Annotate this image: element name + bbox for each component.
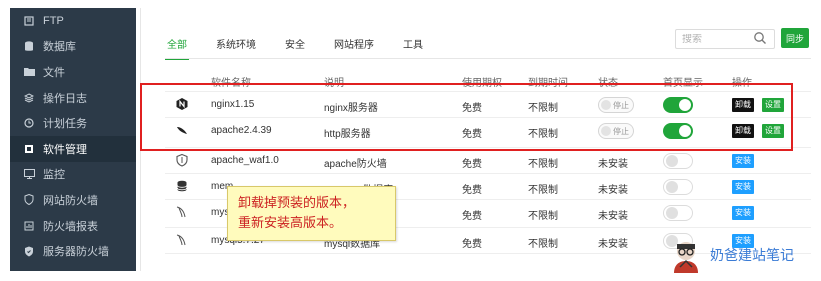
install-button[interactable]: 安装 [732,180,754,194]
sidebar-item-firewall-report[interactable]: 防火墙报表 [10,213,136,239]
homepage-display-switch[interactable] [663,179,693,195]
shield-icon [176,153,188,167]
watermark-text: 奶爸建站笔记 [710,247,794,263]
note-line-1: 卸载掉预装的版本， [238,195,356,210]
sidebar-item-monitor[interactable]: 监控 [10,162,136,188]
sidebar-item-ftp[interactable]: FTP [10,8,136,34]
tab-tools[interactable]: 工具 [401,32,425,60]
install-status: 未安装 [598,185,628,196]
sidebar-item-label: 软件管理 [43,143,87,156]
tab-security[interactable]: 安全 [283,32,307,60]
tab-system-env[interactable]: 系统环境 [214,32,258,60]
database-icon [22,41,36,52]
sidebar-item-files[interactable]: 文件 [10,59,136,85]
note-line-2: 重新安装高版本。 [238,215,343,230]
install-button[interactable]: 安装 [732,206,754,220]
software-price: 免费 [462,185,482,196]
shield-icon [22,194,36,206]
switch-knob [666,181,678,193]
search-icon[interactable] [753,31,767,45]
switch-knob [666,155,678,167]
software-price: 免费 [462,239,482,250]
category-tabs: 全部 系统环境 安全 网站程序 工具 [165,32,450,60]
annotation-note: 卸载掉预装的版本， 重新安装高版本。 [227,186,396,241]
sidebar: FTP 数据库 文件 操作日志 计划任务 软件管理 监控 网站防火墙 防火墙报表… [10,8,136,271]
install-status: 未安装 [598,239,628,250]
sidebar-item-label: 文件 [43,66,65,79]
tab-all[interactable]: 全部 [165,32,189,60]
sidebar-item-label: 计划任务 [43,118,87,131]
software-price: 免费 [462,159,482,170]
tab-website-programs[interactable]: 网站程序 [332,32,376,60]
sidebar-item-logs[interactable]: 操作日志 [10,85,136,111]
sidebar-item-label: FTP [43,14,64,27]
sidebar-item-server-firewall[interactable]: 服务器防火墙 [10,238,136,264]
install-status: 未安装 [598,159,628,170]
homepage-display-switch[interactable] [663,153,693,169]
sidebar-item-label: 监控 [43,169,65,182]
tab-divider [165,58,811,59]
mysql-dolphin-icon [176,234,186,246]
folder-icon [22,67,36,77]
software-icon [22,144,36,154]
report-icon [22,221,36,231]
clock-icon [22,118,36,128]
log-icon [22,93,36,103]
software-expire: 不限制 [528,185,558,196]
database-icon [177,180,187,192]
install-button[interactable]: 安装 [732,154,754,168]
watermark: 奶爸建站笔记 [668,236,794,274]
sidebar-item-label: 数据库 [43,41,76,54]
sidebar-item-cron[interactable]: 计划任务 [10,110,136,136]
sidebar-item-label: 操作日志 [43,92,87,105]
sidebar-item-label: 服务器防火墙 [43,246,109,259]
software-expire: 不限制 [528,159,558,170]
install-status: 未安装 [598,211,628,222]
sidebar-item-label: 防火墙报表 [43,220,98,233]
switch-knob [666,207,678,219]
sidebar-item-waf[interactable]: 网站防火墙 [10,187,136,213]
software-expire: 不限制 [528,211,558,222]
avatar-logo-icon [674,242,698,273]
sidebar-item-label: 网站防火墙 [43,194,98,207]
software-expire: 不限制 [528,239,558,250]
server-shield-icon [22,246,36,257]
homepage-display-switch[interactable] [663,205,693,221]
highlight-box [140,83,793,151]
sidebar-item-software[interactable]: 软件管理 [10,135,136,162]
monitor-icon [22,169,36,180]
ftp-icon [22,16,36,26]
search-input[interactable] [682,33,756,45]
mysql-dolphin-icon [176,206,186,218]
software-desc: apache防火墙 [324,159,387,170]
sync-button[interactable]: 同步 [781,28,809,48]
software-price: 免费 [462,211,482,222]
sidebar-item-database[interactable]: 数据库 [10,34,136,60]
software-name: apache_waf1.0 [211,155,279,166]
